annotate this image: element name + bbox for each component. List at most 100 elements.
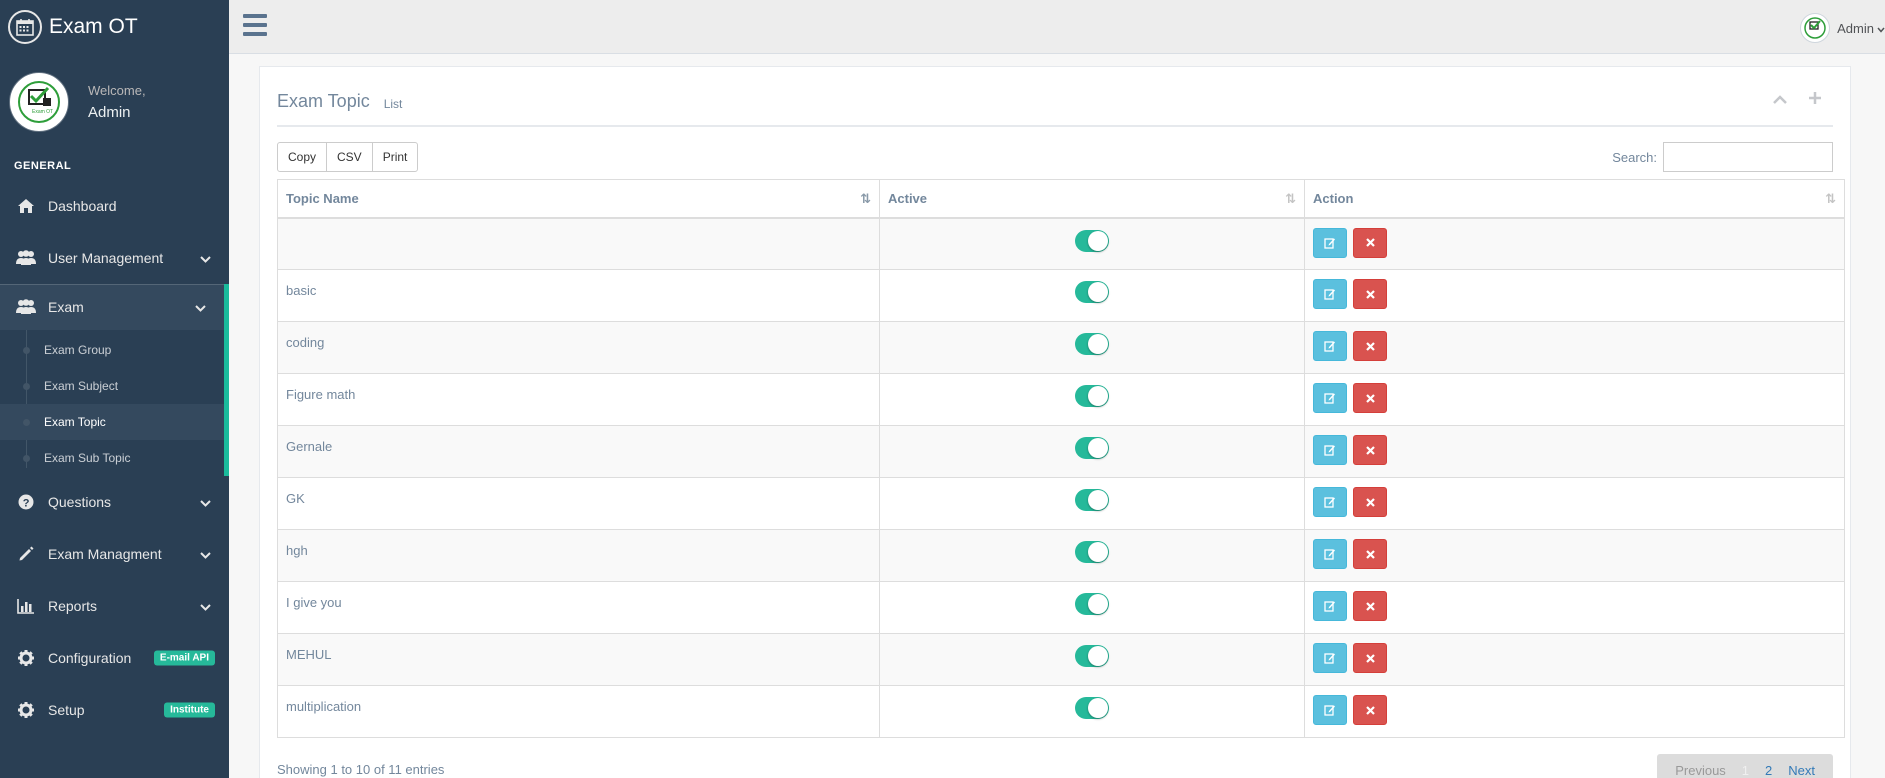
previous-page-button[interactable]: Previous bbox=[1667, 763, 1734, 778]
active-toggle[interactable] bbox=[1075, 541, 1109, 563]
profile: Exam OT Welcome, Admin bbox=[0, 54, 229, 150]
delete-button[interactable] bbox=[1353, 643, 1387, 673]
edit-button[interactable] bbox=[1313, 591, 1347, 621]
page-2-button[interactable]: 2 bbox=[1757, 763, 1780, 778]
topic-name-cell bbox=[277, 217, 880, 270]
csv-button[interactable]: CSV bbox=[326, 142, 373, 172]
sidebar-subitem-exam-topic[interactable]: Exam Topic bbox=[0, 404, 224, 440]
bar-chart-icon bbox=[14, 598, 38, 614]
sidebar-subitem-exam-subject[interactable]: Exam Subject bbox=[0, 368, 224, 404]
close-icon bbox=[1365, 289, 1375, 299]
edit-button[interactable] bbox=[1313, 539, 1347, 569]
delete-button[interactable] bbox=[1353, 591, 1387, 621]
plus-icon[interactable] bbox=[1809, 91, 1821, 109]
print-button[interactable]: Print bbox=[371, 142, 419, 172]
next-page-button[interactable]: Next bbox=[1780, 763, 1823, 778]
column-header-action[interactable]: Action ⇅ bbox=[1304, 179, 1845, 219]
active-toggle[interactable] bbox=[1075, 697, 1109, 719]
sidebar-subitem-exam-group[interactable]: Exam Group bbox=[0, 332, 224, 368]
sidebar-item-questions[interactable]: ? Questions bbox=[0, 476, 229, 528]
page-1-button[interactable]: 1 bbox=[1734, 763, 1757, 778]
edit-icon bbox=[1324, 549, 1335, 560]
edit-icon bbox=[1324, 289, 1335, 300]
column-header-active[interactable]: Active ⇅ bbox=[879, 179, 1305, 219]
delete-button[interactable] bbox=[1353, 227, 1387, 258]
export-button-group: Copy CSV Print bbox=[277, 142, 1833, 172]
sidebar-item-setup[interactable]: Setup Institute bbox=[0, 684, 229, 736]
gear-icon bbox=[14, 702, 38, 718]
delete-button[interactable] bbox=[1353, 487, 1387, 517]
sidebar-item-label: Dashboard bbox=[48, 198, 117, 214]
brand[interactable]: Exam OT bbox=[0, 0, 229, 54]
sort-icon: ⇅ bbox=[1285, 191, 1296, 206]
table-row bbox=[277, 217, 1845, 270]
active-toggle[interactable] bbox=[1075, 281, 1109, 303]
active-toggle[interactable] bbox=[1075, 385, 1109, 407]
table-row: MEHUL bbox=[277, 633, 1845, 686]
menu-section-title: GENERAL bbox=[14, 160, 72, 172]
sidebar-item-dashboard[interactable]: Dashboard bbox=[0, 180, 229, 232]
edit-button[interactable] bbox=[1313, 279, 1347, 309]
copy-button[interactable]: Copy bbox=[277, 142, 328, 172]
sidebar-subitem-exam-sub-topic[interactable]: Exam Sub Topic bbox=[0, 440, 224, 476]
edit-button[interactable] bbox=[1313, 435, 1347, 465]
delete-button[interactable] bbox=[1353, 331, 1387, 361]
edit-button[interactable] bbox=[1313, 643, 1347, 673]
edit-icon bbox=[1324, 705, 1335, 716]
sidebar-item-exam[interactable]: Exam bbox=[0, 284, 229, 330]
active-toggle[interactable] bbox=[1075, 645, 1109, 667]
chevron-down-icon bbox=[200, 250, 211, 266]
sidebar-item-user-management[interactable]: User Management bbox=[0, 232, 229, 284]
table-row: GK bbox=[277, 477, 1845, 530]
edit-icon bbox=[1324, 237, 1335, 249]
main-content: Exam Topic List Copy CSV Print Search: T… bbox=[229, 54, 1885, 778]
delete-button[interactable] bbox=[1353, 383, 1387, 413]
search-input[interactable] bbox=[1663, 142, 1833, 172]
setup-badge: Institute bbox=[164, 702, 215, 718]
column-header-topic-name[interactable]: Topic Name ⇅ bbox=[277, 179, 880, 219]
question-circle-icon: ? bbox=[14, 494, 38, 510]
edit-button[interactable] bbox=[1313, 695, 1347, 725]
active-toggle[interactable] bbox=[1075, 593, 1109, 615]
close-icon bbox=[1365, 238, 1375, 247]
active-toggle[interactable] bbox=[1075, 333, 1109, 355]
table-row: coding bbox=[277, 321, 1845, 374]
edit-button[interactable] bbox=[1313, 383, 1347, 413]
delete-button[interactable] bbox=[1353, 279, 1387, 309]
svg-text:?: ? bbox=[23, 498, 30, 510]
table-row: Figure math bbox=[277, 373, 1845, 426]
delete-button[interactable] bbox=[1353, 695, 1387, 725]
close-icon bbox=[1365, 497, 1375, 507]
edit-icon bbox=[1324, 497, 1335, 508]
sidebar-item-reports[interactable]: Reports bbox=[0, 580, 229, 632]
topic-name-cell: GK bbox=[277, 477, 880, 530]
active-toggle[interactable] bbox=[1075, 489, 1109, 511]
sidebar-item-exam-managment[interactable]: Exam Managment bbox=[0, 528, 229, 580]
active-toggle[interactable] bbox=[1075, 437, 1109, 459]
user-menu[interactable]: Admin bbox=[1800, 13, 1885, 43]
delete-button[interactable] bbox=[1353, 539, 1387, 569]
avatar: Exam OT bbox=[10, 73, 68, 131]
close-icon bbox=[1365, 341, 1375, 351]
active-toggle[interactable] bbox=[1075, 229, 1109, 252]
table-row: basic bbox=[277, 269, 1845, 322]
configuration-badge: E-mail API bbox=[153, 650, 215, 666]
topic-name-cell: hgh bbox=[277, 529, 880, 582]
edit-button[interactable] bbox=[1313, 331, 1347, 361]
chevron-up-icon[interactable] bbox=[1773, 91, 1787, 109]
chevron-down-icon bbox=[1877, 21, 1885, 36]
edit-icon bbox=[1324, 393, 1335, 404]
chevron-down-icon bbox=[200, 494, 211, 510]
sidebar-item-label: Configuration bbox=[48, 650, 132, 666]
chevron-down-icon bbox=[200, 598, 211, 614]
topic-name-cell: coding bbox=[277, 321, 880, 374]
delete-button[interactable] bbox=[1353, 435, 1387, 465]
sidebar-item-label: Reports bbox=[48, 598, 98, 614]
topic-name-cell: Figure math bbox=[277, 373, 880, 426]
edit-button[interactable] bbox=[1313, 227, 1347, 258]
sidebar-item-configuration[interactable]: Configuration E-mail API bbox=[0, 632, 229, 684]
edit-button[interactable] bbox=[1313, 487, 1347, 517]
table-row: multiplication bbox=[277, 685, 1845, 738]
menu-toggle-icon[interactable] bbox=[243, 14, 267, 36]
close-icon bbox=[1365, 445, 1375, 455]
